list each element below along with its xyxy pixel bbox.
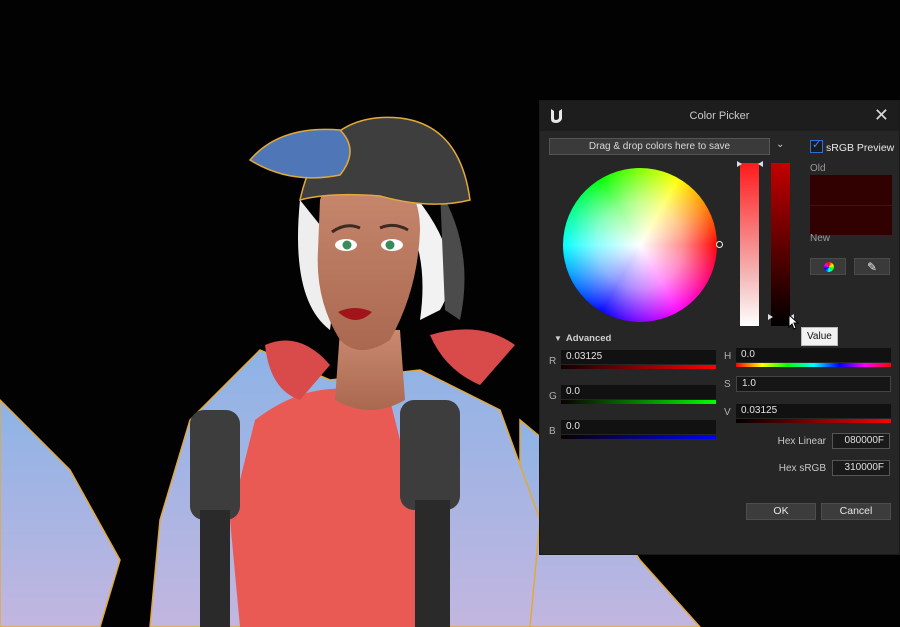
saturation-marker-right-icon	[758, 161, 763, 167]
b-label: B	[549, 426, 556, 437]
cancel-button[interactable]: Cancel	[821, 503, 891, 520]
new-color-swatch	[810, 205, 892, 235]
s-label: S	[724, 379, 731, 390]
title-bar[interactable]: Color Picker ✕	[540, 101, 899, 131]
color-wheel-mode-button[interactable]	[810, 258, 846, 275]
mouse-cursor-icon	[788, 314, 800, 330]
checkbox-checked-icon[interactable]	[810, 138, 823, 153]
srgb-preview-label: sRGB Preview	[826, 142, 895, 154]
value-slider[interactable]	[771, 163, 790, 326]
color-wheel-handle[interactable]	[716, 241, 723, 248]
hex-linear-field[interactable]: 080000F	[832, 433, 890, 449]
eyedropper-button[interactable]: ✎	[854, 258, 890, 275]
srgb-preview-checkbox[interactable]: sRGB Preview	[810, 138, 895, 154]
value-marker-left-icon	[768, 314, 773, 320]
v-label: V	[724, 407, 731, 418]
dialog-title: Color Picker	[689, 110, 750, 122]
color-wheel-icon	[824, 262, 834, 272]
h-value: 0.0	[741, 349, 755, 360]
h-label: H	[724, 351, 732, 362]
v-gradient[interactable]	[736, 419, 891, 423]
eyedropper-icon: ✎	[867, 260, 878, 274]
s-field[interactable]: 1.0	[736, 376, 891, 392]
saved-colors-drop-bar[interactable]: Drag & drop colors here to save	[549, 138, 770, 155]
r-label: R	[549, 356, 557, 367]
advanced-section-toggle[interactable]: ▼ Advanced	[554, 333, 611, 344]
v-value: 0.03125	[741, 405, 778, 416]
s-value: 1.0	[742, 378, 756, 389]
r-value: 0.03125	[566, 351, 603, 362]
old-color-swatch	[810, 175, 892, 205]
ok-button[interactable]: OK	[746, 503, 816, 520]
r-gradient[interactable]	[561, 365, 716, 369]
hex-srgb-label: Hex sRGB	[778, 463, 826, 474]
hex-linear-label: Hex Linear	[777, 436, 826, 447]
h-gradient[interactable]	[736, 363, 891, 367]
value-tooltip: Value	[801, 327, 838, 346]
old-color-label: Old	[810, 163, 826, 174]
g-field[interactable]: 0.0	[561, 385, 716, 399]
new-color-label: New	[810, 233, 831, 244]
v-field[interactable]: 0.03125	[736, 404, 891, 418]
g-label: G	[549, 391, 557, 402]
color-picker-dialog: Color Picker ✕ Drag & drop colors here t…	[539, 100, 900, 555]
color-wheel[interactable]	[563, 168, 717, 322]
g-gradient[interactable]	[561, 400, 716, 404]
g-value: 0.0	[566, 386, 580, 397]
r-field[interactable]: 0.03125	[561, 350, 716, 364]
close-icon[interactable]: ✕	[874, 106, 889, 124]
b-value: 0.0	[566, 421, 580, 432]
b-field[interactable]: 0.0	[561, 420, 716, 434]
advanced-label: Advanced	[565, 333, 612, 344]
triangle-down-icon: ▼	[554, 334, 562, 343]
chevron-down-icon[interactable]: ⌄	[776, 139, 784, 150]
swatch-divider	[810, 205, 892, 206]
b-gradient[interactable]	[561, 435, 716, 439]
h-field[interactable]: 0.0	[736, 348, 891, 362]
saturation-marker-left-icon	[737, 161, 742, 167]
hex-srgb-field[interactable]: 310000F	[832, 460, 890, 476]
saturation-slider[interactable]	[740, 163, 759, 326]
